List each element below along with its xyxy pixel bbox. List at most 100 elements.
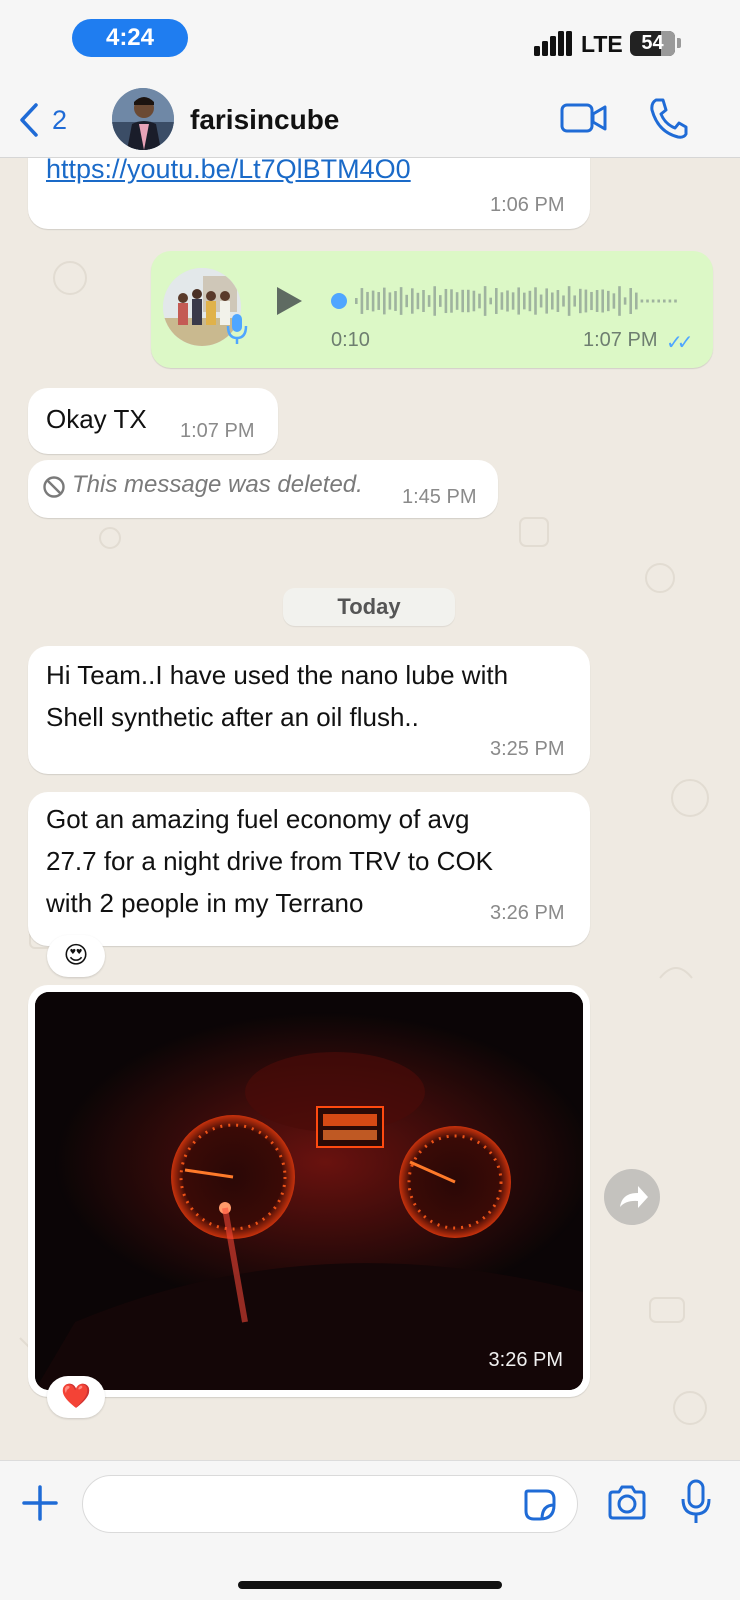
waveform-bar	[523, 292, 526, 310]
waveform-bar	[439, 295, 442, 307]
waveform-bar	[539, 294, 543, 308]
waveform-bar	[450, 289, 453, 313]
unread-count: 2	[52, 104, 68, 135]
message-deleted[interactable]: This message was deleted. 1:45 PM	[28, 460, 498, 518]
contact-name[interactable]: farisincube	[190, 104, 339, 136]
phone-call-icon[interactable]	[648, 96, 688, 140]
sticker-icon[interactable]	[522, 1487, 558, 1523]
top-bar: 4:24 LTE 54 2 farisincube	[0, 0, 740, 158]
dashboard-image	[35, 992, 583, 1390]
composer-bar	[0, 1460, 740, 1600]
waveform-bar	[405, 294, 408, 308]
message-text[interactable]: Okay TX 1:07 PM	[28, 388, 278, 454]
waveform-bar	[528, 290, 532, 312]
waveform-bar	[478, 293, 481, 309]
message-input[interactable]	[82, 1475, 578, 1533]
waveform-bar	[444, 288, 448, 314]
message-line: 27.7 for a night drive from TRV to COK	[46, 846, 494, 876]
waveform-bar	[416, 292, 420, 310]
waveform-bar	[618, 286, 621, 316]
message-text[interactable]: Hi Team..I have used the nano lube with …	[28, 646, 590, 774]
waveform-bar	[612, 293, 616, 309]
waveform-bar	[366, 291, 369, 311]
waveform-bar	[584, 289, 588, 313]
waveform-bar	[579, 288, 582, 314]
message-time: 1:07 PM	[583, 329, 658, 351]
message-image[interactable]: 3:26 PM	[28, 985, 590, 1397]
message-link[interactable]: https://youtu.be/Lt7QlBTM4O0 1:06 PM	[28, 158, 590, 229]
waveform-bar	[651, 299, 655, 303]
waveform-bar	[433, 286, 436, 316]
microphone-icon	[226, 314, 248, 344]
reaction-badge[interactable]: ❤️	[47, 1376, 105, 1418]
waveform-bar	[545, 288, 548, 314]
video-call-icon[interactable]	[560, 100, 608, 136]
waveform-bar	[511, 292, 515, 310]
home-indicator	[238, 1581, 502, 1589]
prohibited-icon	[43, 476, 65, 498]
waveform-bar	[657, 299, 660, 303]
message-line: Hi Team..I have used the nano lube with	[46, 660, 509, 690]
waveform-bar	[506, 290, 509, 312]
message-voice-note[interactable]: 0:10 1:07 PM ✓✓	[151, 251, 713, 368]
waveform-bar	[461, 289, 464, 313]
waveform-bar	[427, 295, 431, 307]
message-time: 3:25 PM	[490, 738, 565, 760]
forward-button[interactable]	[604, 1169, 660, 1225]
waveform-bar	[646, 299, 649, 303]
waveform-bar	[668, 299, 672, 303]
message-text[interactable]: Got an amazing fuel economy of avg 27.7 …	[28, 792, 590, 946]
camera-icon[interactable]	[606, 1483, 648, 1523]
waveform-bar	[590, 291, 593, 311]
message-line: with 2 people in my Terrano	[46, 888, 364, 918]
waveform-bar	[567, 286, 571, 316]
waveform-bar	[556, 290, 560, 312]
status-time: 4:24	[72, 19, 188, 57]
signal-strength-icon	[534, 31, 572, 56]
waveform-bar	[388, 292, 392, 310]
waveform-bar	[495, 288, 498, 314]
waveform-bar	[674, 299, 677, 303]
waveform-bar	[399, 287, 403, 315]
audio-waveform[interactable]	[331, 276, 691, 326]
waveform-bar	[534, 287, 537, 315]
waveform-bar	[455, 292, 459, 310]
waveform-bar	[360, 288, 364, 314]
deleted-notice: This message was deleted.	[72, 471, 363, 498]
plus-icon[interactable]	[20, 1483, 60, 1523]
message-time: 1:06 PM	[490, 194, 565, 216]
reaction-badge[interactable]: 😍	[47, 935, 105, 977]
message-time: 3:26 PM	[488, 1349, 563, 1371]
waveform-bar	[562, 295, 565, 307]
youtube-link[interactable]: https://youtu.be/Lt7QlBTM4O0	[46, 158, 411, 185]
waveform-bar	[635, 292, 638, 310]
back-button[interactable]: 2	[18, 98, 67, 142]
waveform-bar	[663, 299, 666, 303]
play-icon[interactable]	[274, 285, 304, 317]
waveform-bar	[601, 289, 604, 313]
waveform-bar	[595, 290, 599, 312]
message-time: 1:45 PM	[402, 486, 477, 508]
message-body: Okay TX	[46, 404, 147, 434]
avatar[interactable]	[112, 88, 174, 150]
read-receipt-icon: ✓✓	[666, 332, 693, 354]
message-time: 1:07 PM	[180, 420, 255, 442]
dashboard-photo[interactable]: 3:26 PM	[35, 992, 583, 1390]
waveform-bar	[394, 291, 397, 311]
date-divider: Today	[283, 588, 455, 626]
waveform-bar	[573, 295, 576, 307]
chat-area[interactable]: https://youtu.be/Lt7QlBTM4O0 1:06 PM 0:1…	[0, 158, 740, 1460]
battery-icon: 54	[630, 31, 675, 56]
waveform-bar	[629, 288, 632, 314]
microphone-icon[interactable]	[680, 1479, 712, 1525]
waveform-bar	[383, 287, 386, 315]
waveform-bar	[377, 292, 380, 310]
waveform-bar	[607, 290, 610, 312]
waveform-bar	[623, 297, 627, 305]
battery-tip	[677, 38, 681, 48]
waveform-bar	[489, 297, 492, 305]
voice-duration: 0:10	[331, 329, 370, 351]
waveform-bar	[500, 292, 504, 310]
waveform-bar	[371, 290, 375, 312]
playhead-dot	[331, 293, 347, 309]
